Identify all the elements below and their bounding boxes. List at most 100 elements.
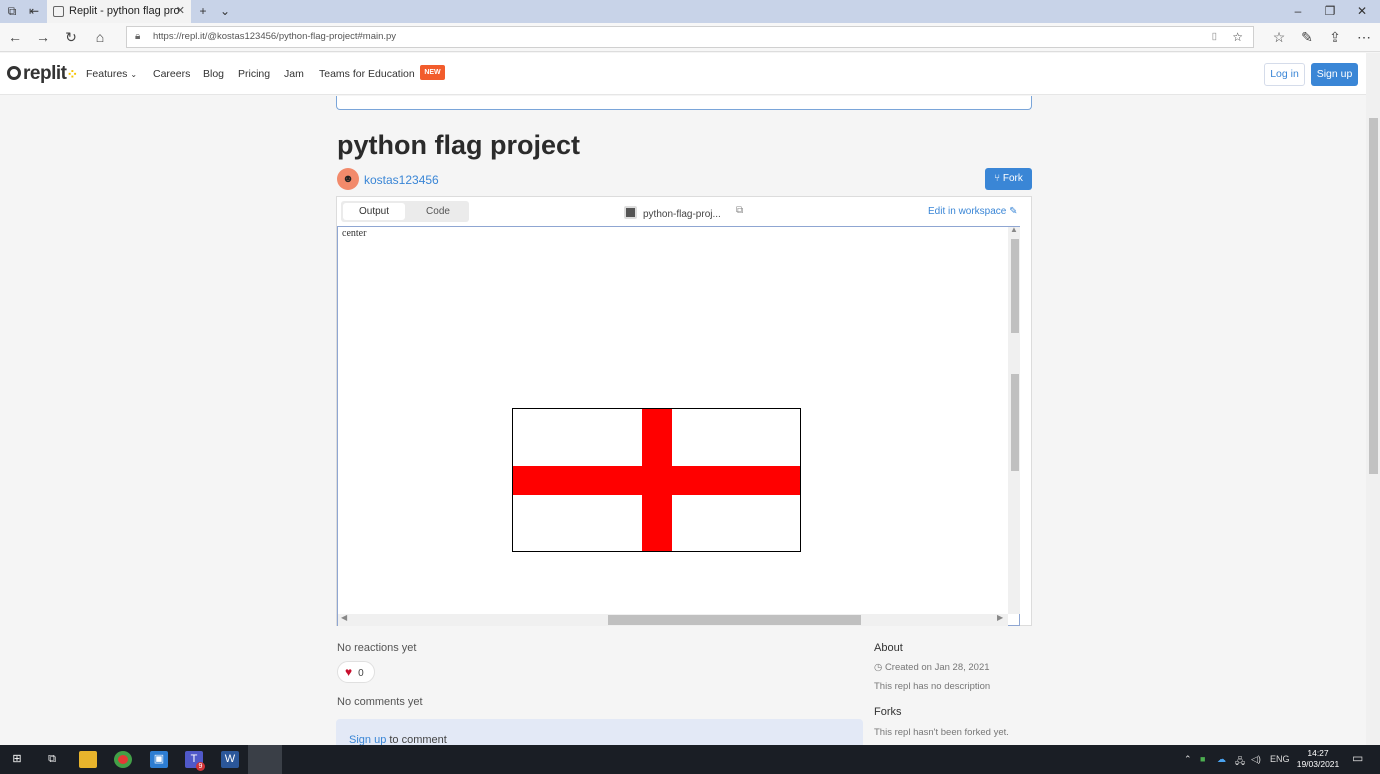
- new-badge: NEW: [420, 65, 445, 80]
- more-icon[interactable]: ⋯: [1353, 27, 1375, 47]
- tab-title: Replit - python flag pro: [69, 5, 180, 17]
- page-title: python flag project: [337, 130, 580, 160]
- fork-icon: ⑂: [994, 173, 1001, 184]
- close-tab-icon[interactable]: ✕: [176, 0, 185, 23]
- volume-icon[interactable]: ◁): [1251, 754, 1261, 765]
- maximize-icon[interactable]: ❐: [1320, 0, 1340, 23]
- teams-badge: 9: [196, 762, 205, 771]
- chevron-down-icon: ⌄: [130, 70, 138, 79]
- network-icon[interactable]: 🖧︎: [1235, 754, 1245, 770]
- share-icon[interactable]: ⇪: [1324, 27, 1346, 47]
- chrome-icon[interactable]: [114, 751, 132, 768]
- browser-toolbar: ← → ↻ ⌂ 🔒︎ https://repl.it/@kostas123456…: [0, 23, 1380, 52]
- forks-text: This repl hasn't been forked yet.: [874, 727, 1009, 738]
- clock-icon: ◷: [874, 662, 883, 673]
- author-link[interactable]: kostas123456: [364, 173, 439, 187]
- nav-features-label: Features: [86, 68, 128, 80]
- edge-taskbar-item[interactable]: [248, 745, 282, 774]
- page-favicon-icon: [53, 6, 64, 17]
- task-view-icon[interactable]: ⧉: [43, 751, 61, 768]
- repl-language-icon: [624, 206, 637, 219]
- favorites-icon[interactable]: ☆: [1268, 27, 1290, 47]
- signup-button[interactable]: Sign up: [1311, 63, 1358, 86]
- login-button[interactable]: Log in: [1264, 63, 1305, 86]
- nav-teams-for-education[interactable]: Teams for Education: [319, 68, 415, 80]
- refresh-icon[interactable]: ↻: [60, 27, 82, 47]
- word-icon[interactable]: W: [221, 751, 239, 768]
- page-scrollbar-thumb[interactable]: [1369, 118, 1378, 474]
- flag-canvas: [512, 408, 801, 552]
- lock-icon: 🔒︎: [135, 31, 141, 42]
- fork-button[interactable]: ⑂ Fork: [985, 168, 1032, 190]
- output-horizontal-thumb[interactable]: [608, 615, 861, 625]
- language-indicator[interactable]: ENG: [1270, 754, 1290, 764]
- notifications-icon[interactable]: ▭: [1352, 751, 1363, 765]
- nav-features[interactable]: Features ⌄: [86, 68, 137, 80]
- forward-icon[interactable]: →: [32, 27, 54, 47]
- close-window-icon[interactable]: ✕: [1352, 0, 1372, 23]
- avatar[interactable]: ☻: [337, 168, 359, 190]
- nav-blog[interactable]: Blog: [203, 68, 224, 80]
- browser-tab[interactable]: Replit - python flag pro ✕: [47, 0, 191, 23]
- edit-in-workspace-link[interactable]: Edit in workspace ✎: [928, 206, 1018, 217]
- address-bar[interactable]: 🔒︎ https://repl.it/@kostas123456/python-…: [126, 26, 1254, 48]
- fork-label: Fork: [1002, 173, 1023, 184]
- scroll-up-icon[interactable]: ▲: [1010, 225, 1018, 234]
- logo-text: replit: [23, 63, 67, 84]
- flag-horizontal-cross-bar: [513, 466, 800, 495]
- new-tab-icon[interactable]: +: [193, 0, 213, 23]
- nav-careers[interactable]: Careers: [153, 68, 190, 80]
- tab-actions-icon[interactable]: ⧉: [2, 0, 22, 23]
- output-vertical-thumb-inner[interactable]: [1011, 374, 1019, 471]
- output-vertical-thumb[interactable]: [1011, 239, 1019, 333]
- description-text: This repl has no description: [874, 681, 991, 692]
- scroll-right-icon[interactable]: ▶: [997, 613, 1003, 622]
- set-aside-tabs-icon[interactable]: ⇤: [24, 0, 44, 23]
- remote-desktop-icon[interactable]: ▣: [150, 751, 168, 768]
- minimize-icon[interactable]: –: [1288, 0, 1308, 23]
- tab-output[interactable]: Output: [343, 203, 405, 220]
- tab-list-chevron-icon[interactable]: ⌄: [215, 0, 235, 23]
- heart-icon: ♥: [345, 665, 353, 679]
- start-icon[interactable]: ⊞: [8, 751, 26, 768]
- home-icon[interactable]: ⌂: [89, 27, 111, 47]
- banner-box: [336, 96, 1032, 110]
- tray-app-icon[interactable]: ■: [1200, 754, 1205, 764]
- replit-logo[interactable]: replit⁘: [7, 63, 78, 85]
- repl-name[interactable]: python-flag-proj...: [624, 206, 721, 220]
- external-link-icon[interactable]: ⧉: [736, 205, 743, 216]
- back-icon[interactable]: ←: [4, 27, 26, 47]
- onedrive-icon[interactable]: ☁: [1217, 754, 1226, 765]
- about-heading: About: [874, 642, 903, 654]
- output-text: center: [342, 228, 367, 239]
- file-explorer-icon[interactable]: [79, 751, 97, 768]
- created-date: ◷ Created on Jan 28, 2021: [874, 662, 990, 673]
- logo-dot-icon: ⁘: [66, 66, 78, 82]
- nav-pricing[interactable]: Pricing: [238, 68, 270, 80]
- heart-count: 0: [358, 668, 364, 679]
- repl-name-label: python-flag-proj...: [643, 209, 721, 220]
- browser-tab-strip: ⧉ ⇤ Replit - python flag pro ✕ + ⌄ – ❐ ✕: [0, 0, 1380, 23]
- windows-taskbar: ⊞ ⧉ ▣ T 9 W ⌃ ■ ☁ 🖧︎ ◁) ENG 14:27 19/03/…: [0, 745, 1380, 774]
- site-header: replit⁘ Features ⌄ Careers Blog Pricing …: [0, 53, 1366, 95]
- tab-code[interactable]: Code: [407, 203, 469, 220]
- pencil-icon: ✎: [1009, 206, 1018, 217]
- clock-time: 14:27: [1307, 748, 1329, 758]
- scroll-left-icon[interactable]: ◀: [341, 613, 347, 622]
- nav-jam[interactable]: Jam: [284, 68, 304, 80]
- forks-heading: Forks: [874, 706, 902, 718]
- view-toggle: Output Code: [341, 201, 469, 222]
- edit-label: Edit in workspace: [928, 206, 1007, 217]
- reactions-text: No reactions yet: [337, 642, 417, 654]
- system-clock[interactable]: 14:27 19/03/2021: [1296, 748, 1340, 770]
- show-hidden-icons-icon[interactable]: ⌃: [1184, 754, 1192, 765]
- heart-reaction-button[interactable]: ♥ 0: [337, 661, 375, 683]
- reading-view-icon[interactable]: ▯: [1212, 27, 1217, 47]
- clock-date: 19/03/2021: [1296, 759, 1340, 769]
- comments-text: No comments yet: [337, 696, 423, 708]
- logo-mark-icon: [7, 66, 21, 80]
- favorite-star-icon[interactable]: ☆: [1232, 27, 1243, 47]
- pen-icon[interactable]: ✎: [1296, 27, 1318, 47]
- created-text: Created on Jan 28, 2021: [884, 662, 990, 673]
- url-text: https://repl.it/@kostas123456/python-fla…: [153, 31, 397, 42]
